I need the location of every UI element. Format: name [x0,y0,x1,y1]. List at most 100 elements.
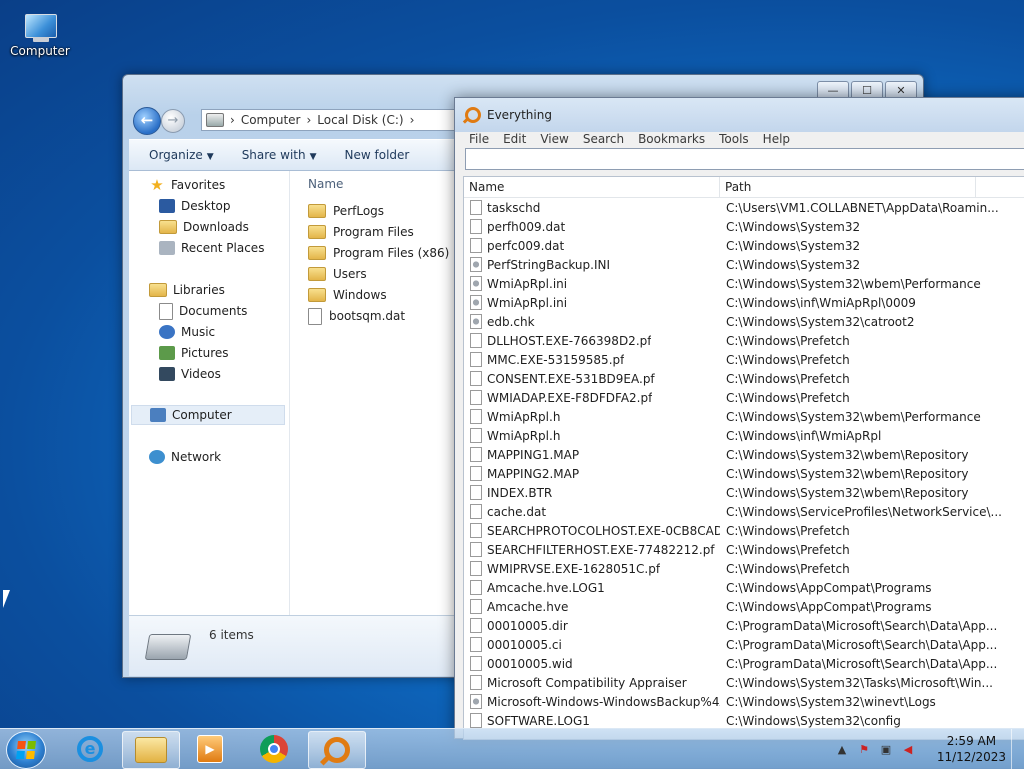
result-name: 00010005.wid [487,656,573,671]
videos-icon [159,367,175,381]
taskbar-explorer[interactable] [122,731,180,769]
taskbar-everything[interactable] [308,731,366,769]
file-list-item[interactable]: Program Files [308,222,414,242]
libraries-icon [149,283,167,297]
file-name: Program Files (x86) [333,246,450,260]
result-row[interactable]: WMIPRVSE.EXE-1628051C.pf C:\Windows\Prefe… [464,559,1024,578]
desktop-computer-icon[interactable]: Computer [8,8,72,58]
result-row[interactable]: WmiApRpl.ini C:\Windows\inf\WmiApRpl\0009 [464,293,1024,312]
result-row[interactable]: 00010005.dir C:\ProgramData\Microsoft\Sea… [464,616,1024,635]
organize-button[interactable]: Organize ▼ [149,148,214,162]
network-tray-icon[interactable]: ▣ [878,743,894,756]
pictures-icon [159,346,175,360]
menu-file[interactable]: File [469,132,489,148]
column-header-path[interactable]: Path [720,177,976,197]
nav-pictures[interactable]: Pictures [159,343,229,363]
taskbar-media-player[interactable]: ▶ [182,731,238,767]
breadcrumb-local-disk[interactable]: Local Disk (C:) [317,113,403,127]
column-header-name[interactable]: Name [464,177,720,197]
result-row[interactable]: perfc009.dat C:\Windows\System32 [464,236,1024,255]
breadcrumb-computer[interactable]: Computer [241,113,301,127]
file-list-item[interactable]: PerfLogs [308,201,384,221]
address-bar[interactable]: › Computer › Local Disk (C:) › [201,109,481,131]
menu-tools[interactable]: Tools [719,132,749,148]
start-button[interactable] [6,731,46,769]
result-row[interactable]: DLLHOST.EXE-766398D2.pf C:\Windows\Prefet… [464,331,1024,350]
column-header-spacer [976,177,1024,197]
file-list-item[interactable]: Program Files (x86) [308,243,449,263]
result-row[interactable]: PerfStringBackup.INI C:\Windows\System32 [464,255,1024,274]
result-row[interactable]: Microsoft-Windows-WindowsBackup%4A... C:\… [464,692,1024,711]
result-row[interactable]: SEARCHPROTOCOLHOST.EXE-0CB8CADE... C:\Win… [464,521,1024,540]
file-icon [470,485,482,500]
result-row[interactable]: Microsoft Compatibility Appraiser C:\Wind… [464,673,1024,692]
result-row[interactable]: CONSENT.EXE-531BD9EA.pf C:\Windows\Prefet… [464,369,1024,388]
result-name: DLLHOST.EXE-766398D2.pf [487,333,652,348]
volume-muted-icon[interactable]: ◀ [900,743,916,756]
nav-music[interactable]: Music [159,322,215,342]
nav-network[interactable]: Network [149,447,221,467]
search-input[interactable] [465,148,1024,170]
file-name: Program Files [333,225,414,239]
result-row[interactable]: SEARCHFILTERHOST.EXE-77482212.pf C:\Windo… [464,540,1024,559]
result-name-cell: taskschd [464,200,720,215]
file-icon [470,713,482,728]
media-player-icon: ▶ [197,735,223,763]
back-button[interactable]: ← [133,107,161,135]
nav-videos[interactable]: Videos [159,364,221,384]
result-row[interactable]: perfh009.dat C:\Windows\System32 [464,217,1024,236]
result-row[interactable]: cache.dat C:\Windows\ServiceProfiles\Netw… [464,502,1024,521]
result-row[interactable]: MAPPING2.MAP C:\Windows\System32\wbem\Rep… [464,464,1024,483]
result-row[interactable]: 00010005.ci C:\ProgramData\Microsoft\Sear… [464,635,1024,654]
file-list-item[interactable]: bootsqm.dat [308,306,405,326]
result-row[interactable]: WmiApRpl.h C:\Windows\inf\WmiApRpl [464,426,1024,445]
nav-favorites[interactable]: ★ Favorites [149,175,225,195]
clock[interactable]: 2:59 AM 11/12/2023 [937,733,1006,765]
result-name-cell: PerfStringBackup.INI [464,257,720,272]
nav-downloads[interactable]: Downloads [159,217,249,237]
result-path: C:\Windows\ServiceProfiles\NetworkServic… [726,504,1002,519]
result-row[interactable]: edb.chk C:\Windows\System32\catroot2 [464,312,1024,331]
menu-search[interactable]: Search [583,132,624,148]
result-row[interactable]: taskschd C:\Users\VM1.COLLABNET\AppData\R… [464,198,1024,217]
nav-recent-places[interactable]: Recent Places [159,238,264,258]
menu-bar: File Edit View Search Bookmarks Tools He… [455,132,1024,148]
show-desktop-button[interactable] [1011,729,1024,769]
result-path: C:\ProgramData\Microsoft\Search\Data\App… [726,656,998,671]
menu-bookmarks[interactable]: Bookmarks [638,132,705,148]
result-path: C:\Windows\System32\Tasks\Microsoft\Win.… [726,675,993,690]
result-row[interactable]: INDEX.BTR C:\Windows\System32\wbem\Reposi… [464,483,1024,502]
result-row[interactable]: MMC.EXE-53159585.pf C:\Windows\Prefetch [464,350,1024,369]
action-center-icon[interactable]: ⚑ [856,743,872,756]
everything-window[interactable]: Everything File Edit View Search Bookmar… [454,97,1024,740]
menu-help[interactable]: Help [763,132,790,148]
nav-documents[interactable]: Documents [159,301,247,321]
result-row[interactable]: Amcache.hve.LOG1 C:\Windows\AppCompat\Pro… [464,578,1024,597]
menu-view[interactable]: View [540,132,568,148]
network-icon [149,450,165,464]
file-list-item[interactable]: Windows [308,285,387,305]
taskbar-chrome[interactable] [246,731,302,767]
result-row[interactable]: WmiApRpl.h C:\Windows\System32\wbem\Perfo… [464,407,1024,426]
new-folder-button[interactable]: New folder [345,148,410,162]
share-with-button[interactable]: Share with ▼ [242,148,317,162]
folder-icon [308,225,326,239]
file-list-item[interactable]: Users [308,264,367,284]
result-row[interactable]: MAPPING1.MAP C:\Windows\System32\wbem\Rep… [464,445,1024,464]
menu-edit[interactable]: Edit [503,132,526,148]
result-row[interactable]: WMIADAP.EXE-F8DFDFA2.pf C:\Windows\Prefet… [464,388,1024,407]
result-name: WmiApRpl.h [487,409,561,424]
result-row[interactable]: WmiApRpl.ini C:\Windows\System32\wbem\Per… [464,274,1024,293]
result-name-cell: perfh009.dat [464,219,720,234]
tray-expand-arrow-icon[interactable]: ▲ [834,743,850,756]
result-row[interactable]: 00010005.wid C:\ProgramData\Microsoft\Sea… [464,654,1024,673]
result-name: CONSENT.EXE-531BD9EA.pf [487,371,655,386]
nav-desktop[interactable]: Desktop [159,196,231,216]
clock-date: 11/12/2023 [936,750,1006,764]
column-header-name[interactable]: Name [308,177,343,191]
nav-libraries[interactable]: Libraries [149,280,225,300]
taskbar-internet-explorer[interactable]: e [62,731,118,767]
result-row[interactable]: Amcache.hve C:\Windows\AppCompat\Programs [464,597,1024,616]
nav-computer[interactable]: Computer [131,405,285,425]
forward-button[interactable]: → [161,109,185,133]
